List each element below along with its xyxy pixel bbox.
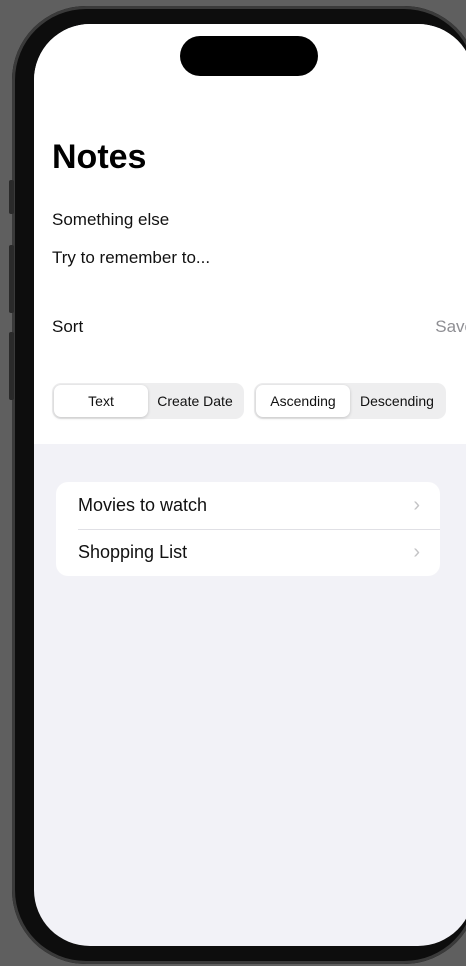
- note-item[interactable]: Something else: [52, 210, 169, 230]
- header-area: Notes Something else Try to remember to.…: [34, 24, 466, 444]
- volume-up-button: [9, 245, 14, 313]
- sort-field-segmented-control: Text Create Date: [52, 383, 244, 419]
- sort-label: Sort: [52, 317, 84, 336]
- page-title: Notes: [52, 138, 147, 176]
- volume-down-button: [9, 332, 14, 400]
- chevron-right-icon: ›: [413, 494, 420, 516]
- action-button: [9, 180, 14, 214]
- sort-field-text-option[interactable]: Text: [54, 385, 148, 417]
- sort-field-create-date-option[interactable]: Create Date: [148, 385, 242, 417]
- dynamic-island: [180, 36, 318, 76]
- list-item-shopping[interactable]: Shopping List ›: [56, 529, 440, 576]
- save-button[interactable]: Save: [435, 317, 466, 337]
- chevron-right-icon: ›: [413, 541, 420, 563]
- lists-section: Movies to watch › Shopping List ›: [56, 482, 440, 576]
- note-item[interactable]: Try to remember to...: [52, 248, 210, 268]
- list-item-label: Shopping List: [78, 542, 188, 562]
- list-item-label: Movies to watch: [78, 495, 208, 515]
- sort-order-segmented-control: Ascending Descending: [254, 383, 446, 419]
- screen: Notes Something else Try to remember to.…: [34, 24, 466, 946]
- sort-order-ascending-option[interactable]: Ascending: [256, 385, 350, 417]
- sort-order-descending-option[interactable]: Descending: [350, 385, 444, 417]
- list-item-movies[interactable]: Movies to watch ›: [56, 482, 440, 529]
